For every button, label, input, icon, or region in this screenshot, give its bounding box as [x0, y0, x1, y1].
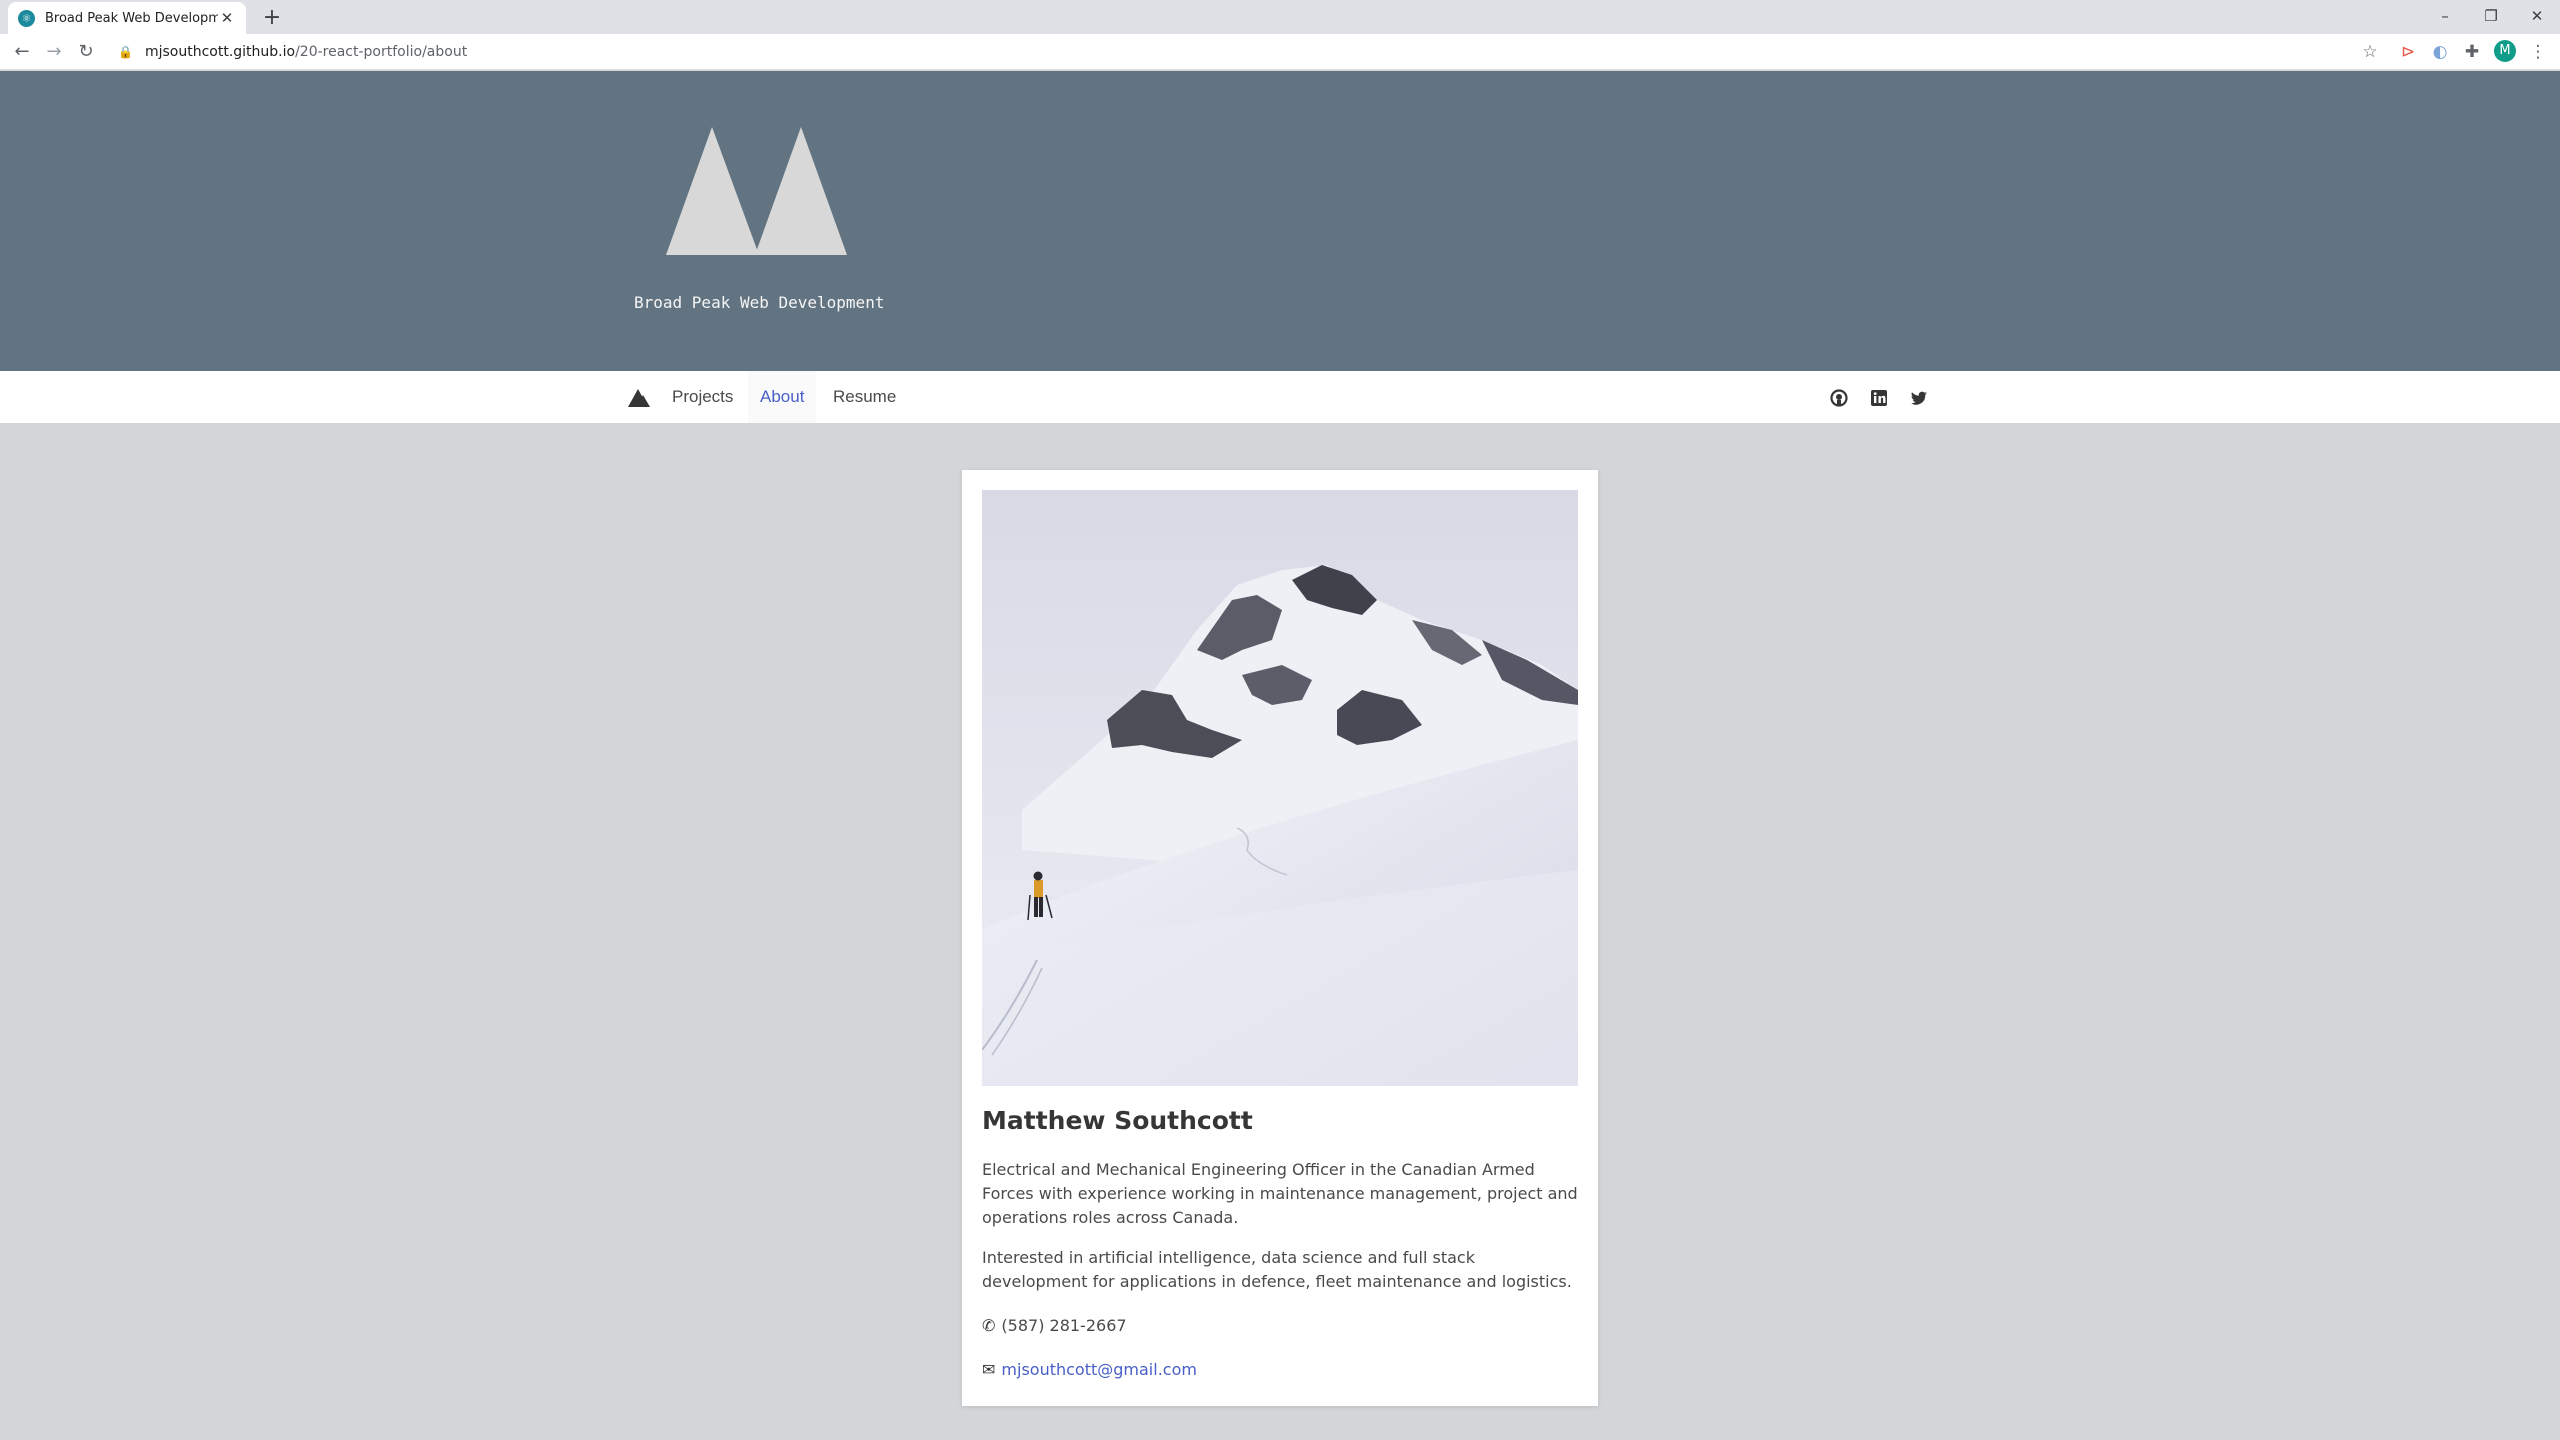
reload-icon[interactable]: ↻ — [72, 38, 100, 66]
nav-item-resume[interactable]: Resume — [821, 371, 908, 423]
new-tab-button[interactable]: + — [258, 4, 286, 32]
envelope-icon: ✉ — [982, 1360, 996, 1379]
phone-contact: ✆ (587) 281-2667 — [982, 1316, 1127, 1335]
email-contact: ✉ mjsouthcott@gmail.com — [982, 1360, 1197, 1379]
bio-paragraph: Electrical and Mechanical Engineering Of… — [982, 1160, 1578, 1227]
profile-card: Matthew Southcott Electrical and Mechani… — [962, 470, 1598, 1406]
profile-photo — [982, 490, 1578, 1086]
extension-icon[interactable]: ◐ — [2428, 40, 2452, 64]
url-path: /20-react-portfolio/about — [295, 44, 468, 60]
browser-tab[interactable]: ⚛ Broad Peak Web Development ✕ — [8, 2, 246, 34]
browser-toolbar: ← → ↻ 🔒 mjsouthcott.github.io/20-react-p… — [0, 34, 2560, 70]
minimize-icon[interactable]: – — [2422, 0, 2468, 32]
brand-name: Broad Peak Web Development — [634, 293, 885, 312]
profile-name: Matthew Southcott — [982, 1106, 1253, 1135]
back-icon[interactable]: ← — [8, 38, 36, 66]
url-host: mjsouthcott.github.io — [144, 44, 296, 60]
close-window-icon[interactable]: ✕ — [2514, 0, 2560, 32]
mountain-logo-icon — [666, 127, 847, 255]
profile-avatar[interactable]: M — [2494, 40, 2516, 62]
bookmark-star-icon[interactable]: ☆ — [2358, 40, 2382, 64]
lock-icon: 🔒 — [118, 45, 133, 59]
menu-kebab-icon[interactable]: ⋮ — [2526, 40, 2550, 64]
twitter-icon[interactable] — [1908, 387, 1930, 409]
phone-number: (587) 281-2667 — [1001, 1316, 1127, 1335]
linkedin-icon[interactable] — [1868, 387, 1890, 409]
restore-icon[interactable]: ❐ — [2468, 0, 2514, 32]
email-link[interactable]: mjsouthcott@gmail.com — [1001, 1360, 1197, 1379]
browser-tabstrip: ⚛ Broad Peak Web Development ✕ + – ❐ ✕ — [0, 0, 2560, 34]
extension-icon[interactable]: ⊳ — [2396, 40, 2420, 64]
navbar: Projects About Resume — [0, 371, 2560, 423]
react-favicon-icon: ⚛ — [18, 9, 35, 27]
tab-title: Broad Peak Web Development — [45, 10, 218, 26]
hero-banner — [0, 71, 2560, 371]
home-mountain-icon[interactable] — [628, 387, 652, 407]
close-tab-icon[interactable]: ✕ — [218, 9, 236, 27]
nav-item-about[interactable]: About — [748, 371, 817, 423]
puzzle-extensions-icon[interactable]: ✚ — [2460, 40, 2484, 64]
github-icon[interactable] — [1828, 387, 1850, 409]
address-bar[interactable]: 🔒 mjsouthcott.github.io/20-react-portfol… — [108, 38, 2370, 66]
phone-icon: ✆ — [982, 1316, 996, 1335]
nav-item-projects[interactable]: Projects — [660, 371, 745, 423]
bio-paragraph: Interested in artificial intelligence, d… — [982, 1248, 1572, 1291]
forward-icon[interactable]: → — [40, 38, 68, 66]
